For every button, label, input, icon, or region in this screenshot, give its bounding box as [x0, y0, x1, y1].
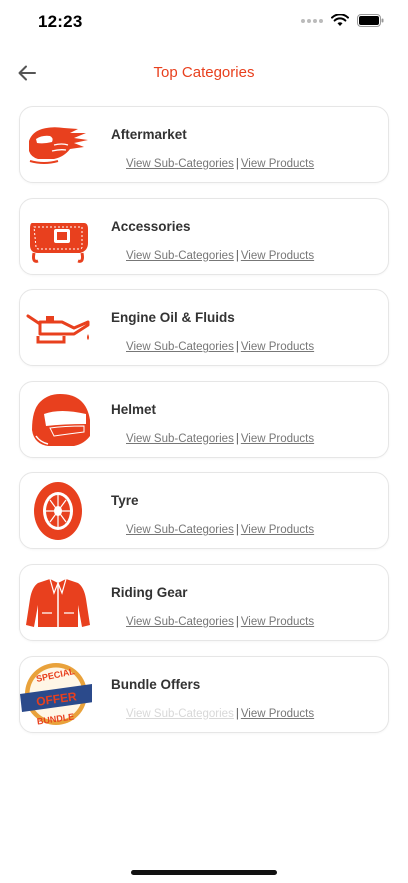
link-separator: |	[235, 524, 239, 537]
category-card-helmet[interactable]: Helmet View Sub-Categories | View Products	[19, 380, 389, 458]
category-title: Aftermarket	[111, 127, 187, 142]
status-time: 12:23	[38, 12, 83, 31]
flame-helmet-icon	[29, 127, 88, 164]
category-card-accessories[interactable]: Accessories View Sub-Categories | View Pro…	[19, 197, 389, 275]
view-products-link[interactable]: View Products	[241, 433, 314, 445]
special-offer-badge-icon: SPECIAL OFFER BUNDLE	[20, 662, 92, 726]
link-separator: |	[235, 249, 239, 262]
category-card-engine-oil[interactable]: Engine Oil & Fluids View Sub-Categories |…	[19, 289, 389, 367]
category-links: View Sub-Categories | View Products	[126, 250, 314, 262]
link-separator: |	[235, 615, 239, 628]
category-links: View Sub-Categories | View Products	[126, 341, 314, 353]
view-sub-categories-link[interactable]: View Sub-Categories	[126, 708, 234, 720]
category-card-aftermarket[interactable]: Aftermarket View Sub-Categories | View Pro…	[19, 106, 389, 183]
view-products-link[interactable]: View Products	[241, 708, 314, 720]
view-sub-categories-link[interactable]: View Sub-Categories	[126, 250, 234, 262]
saddlebag-icon	[30, 222, 88, 263]
category-card-bundle-offers[interactable]: SPECIAL OFFER BUNDLE Bundle Offers View …	[19, 655, 389, 733]
view-sub-categories-link[interactable]: View Sub-Categories	[126, 524, 234, 536]
category-title: Engine Oil & Fluids	[111, 310, 235, 326]
category-title: Bundle Offers	[111, 676, 201, 692]
helmet-icon	[32, 393, 90, 446]
tyre-icon	[34, 482, 82, 541]
category-links: View Sub-Categories | View Products	[126, 616, 314, 628]
view-products-link[interactable]: View Products	[241, 158, 314, 170]
category-card-riding-gear[interactable]: Riding Gear View Sub-Categories | View Pro…	[19, 563, 389, 641]
status-bar: 12:23	[0, 0, 408, 46]
cellular-signal-icon	[301, 18, 323, 23]
wifi-icon	[331, 14, 349, 26]
category-title: Helmet	[111, 401, 157, 417]
view-products-link[interactable]: View Products	[241, 524, 314, 536]
view-products-link[interactable]: View Products	[241, 250, 314, 262]
category-links: View Sub-Categories | View Products	[126, 708, 314, 720]
link-separator: |	[235, 341, 239, 354]
category-title: Accessories	[111, 218, 191, 234]
view-products-link[interactable]: View Products	[241, 616, 314, 628]
view-sub-categories-link[interactable]: View Sub-Categories	[126, 341, 234, 353]
category-links: View Sub-Categories | View Products	[126, 524, 314, 536]
view-sub-categories-link[interactable]: View Sub-Categories	[126, 158, 234, 170]
home-indicator[interactable]	[131, 870, 277, 875]
app-header: Top Categories	[0, 52, 408, 92]
category-links: View Sub-Categories | View Products	[126, 158, 314, 170]
category-list: Aftermarket View Sub-Categories | View Pro…	[19, 106, 389, 747]
page-title: Top Categories	[153, 64, 255, 81]
view-sub-categories-link[interactable]: View Sub-Categories	[126, 616, 234, 628]
category-title: Riding Gear	[111, 584, 188, 600]
link-separator: |	[235, 707, 239, 720]
category-links: View Sub-Categories | View Products	[126, 433, 314, 445]
oil-can-icon	[26, 314, 90, 344]
jacket-icon	[26, 578, 90, 627]
view-sub-categories-link[interactable]: View Sub-Categories	[126, 433, 234, 445]
status-icons	[301, 14, 384, 27]
battery-icon	[357, 14, 384, 27]
view-products-link[interactable]: View Products	[241, 341, 314, 353]
category-card-tyre[interactable]: Tyre View Sub-Categories | View Products	[19, 472, 389, 550]
category-title: Tyre	[111, 493, 139, 509]
link-separator: |	[235, 432, 239, 445]
link-separator: |	[235, 158, 239, 170]
